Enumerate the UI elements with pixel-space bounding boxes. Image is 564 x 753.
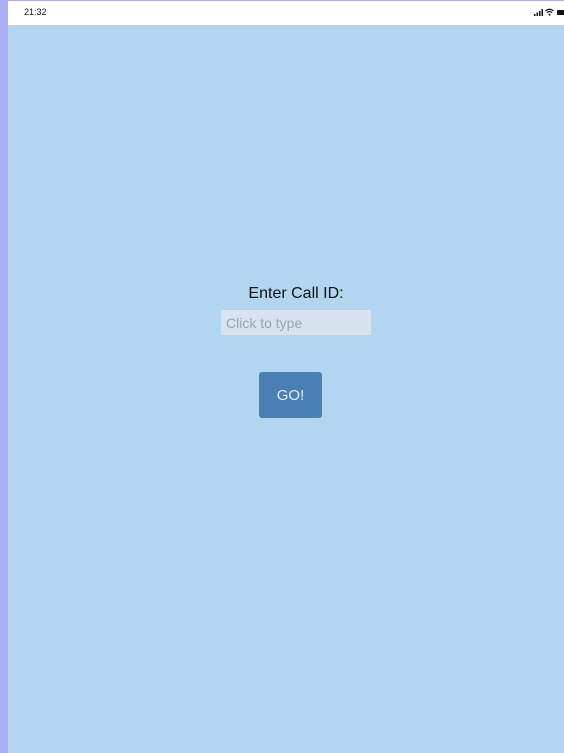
status-time: 21:32	[24, 7, 47, 17]
call-id-label: Enter Call ID:	[248, 285, 344, 302]
call-id-input[interactable]	[221, 310, 371, 335]
wifi-icon	[545, 8, 554, 16]
app-screen: 21:32 Enter Call ID: GO!	[8, 1, 564, 753]
signal-icon	[534, 9, 543, 16]
status-icons	[534, 7, 564, 19]
status-bar: 21:32	[8, 1, 564, 25]
screen-frame: 21:32 Enter Call ID: GO!	[0, 0, 564, 753]
battery-icon	[557, 10, 564, 15]
go-button[interactable]: GO!	[259, 372, 322, 418]
